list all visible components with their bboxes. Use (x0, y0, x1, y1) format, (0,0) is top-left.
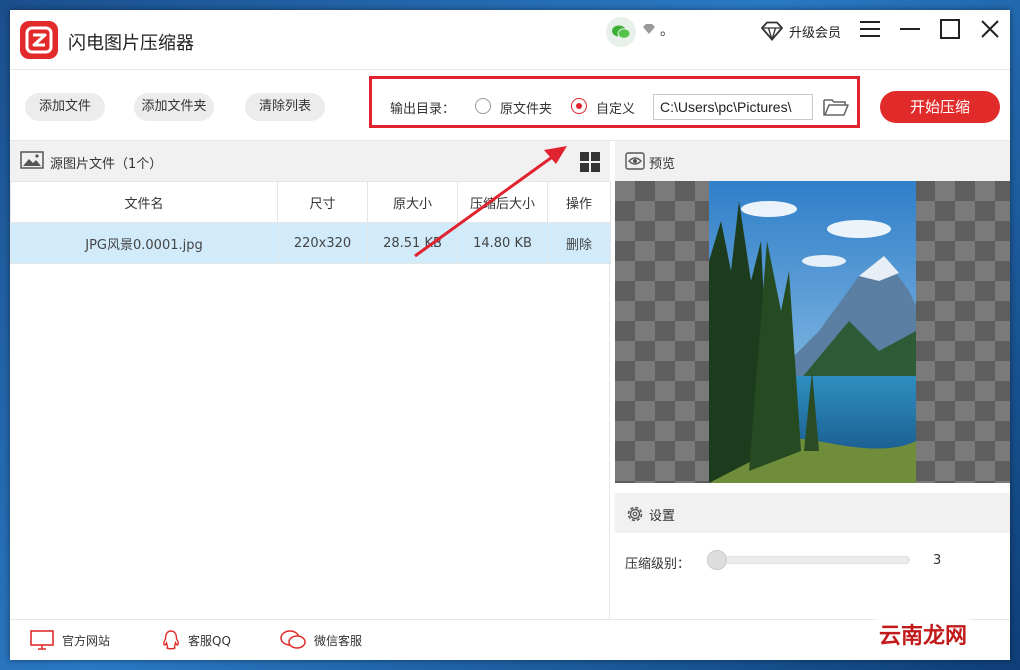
app-logo-icon (20, 21, 58, 59)
footer: 官方网站 客服QQ 微信客服 (10, 619, 1010, 660)
maximize-button[interactable] (939, 18, 963, 42)
compress-level-slider[interactable] (710, 556, 910, 564)
col-dimensions[interactable]: 尺寸 (277, 181, 368, 223)
minimize-icon (900, 28, 920, 30)
site-watermark: 云南龙网 (875, 618, 972, 650)
official-site-link[interactable]: 官方网站 (30, 630, 110, 650)
close-button[interactable] (979, 18, 1003, 42)
source-header: 源图片文件（1个） (10, 141, 610, 181)
cell-compressed-size: 14.80 KB (457, 222, 548, 264)
compress-level-label: 压缩级别： (625, 557, 691, 572)
hamburger-icon (860, 21, 880, 37)
file-table: 文件名 尺寸 原大小 压缩后大小 操作 JPG风景0.0001.jpg 220x… (10, 181, 611, 264)
minimize-button[interactable] (899, 18, 923, 42)
cell-filename: JPG风景0.0001.jpg (10, 222, 278, 264)
eye-icon (625, 152, 645, 170)
qq-support-link[interactable]: 客服QQ (162, 630, 231, 650)
folder-open-icon (823, 99, 849, 116)
qq-icon (163, 630, 179, 650)
col-compressed-size[interactable]: 压缩后大小 (457, 181, 548, 223)
diamond-icon (761, 21, 783, 41)
app-window: 闪电图片压缩器 。 升级会员 添加文件 添加文件夹 清除列表 输出目录： 原文件… (10, 10, 1010, 660)
radio-original-folder[interactable] (475, 98, 491, 114)
col-action: 操作 (547, 181, 611, 223)
preview-title: 预览 (649, 157, 676, 172)
radio-custom-label: 自定义 (596, 102, 636, 117)
settings-title: 设置 (649, 509, 676, 524)
upgrade-label: 升级会员 (789, 25, 842, 41)
vip-diamond-icon (643, 24, 655, 34)
official-site-label: 官方网站 (62, 633, 111, 648)
preview-header: 预览 (615, 141, 1010, 181)
clear-list-button[interactable]: 清除列表 (245, 93, 325, 121)
settings-header: 设置 (615, 493, 1010, 533)
cell-original-size: 28.51 KB (367, 222, 458, 264)
qq-support-label: 客服QQ (188, 633, 231, 648)
add-folder-button[interactable]: 添加文件夹 (134, 93, 214, 121)
right-panel: 预览 设置 压缩级别： 3 (615, 141, 1010, 619)
output-dir-label: 输出目录： (390, 102, 456, 117)
app-title: 闪电图片压缩器 (68, 33, 194, 54)
col-filename[interactable]: 文件名 (10, 181, 278, 223)
menu-button[interactable] (859, 18, 883, 42)
source-panel: 源图片文件（1个） 文件名 尺寸 原大小 压缩后大小 操作 JPG风景0.000… (10, 141, 611, 619)
delete-link[interactable]: 删除 (547, 222, 611, 264)
output-path-input[interactable] (653, 94, 813, 120)
col-original-size[interactable]: 原大小 (367, 181, 458, 223)
maximize-icon (940, 19, 960, 39)
image-icon (20, 151, 44, 169)
slider-handle[interactable] (707, 550, 727, 570)
browse-folder-button[interactable] (822, 96, 850, 122)
title-bar: 闪电图片压缩器 。 升级会员 (10, 10, 1010, 70)
preview-image (709, 181, 916, 483)
cell-dimensions: 220x320 (277, 222, 368, 264)
table-row[interactable]: JPG风景0.0001.jpg 220x320 28.51 KB 14.80 K… (10, 222, 611, 264)
radio-custom[interactable] (571, 98, 587, 114)
user-name: 。 (660, 23, 674, 39)
toolbar: 添加文件 添加文件夹 清除列表 输出目录： 原文件夹 自定义 开始压缩 (10, 70, 1010, 141)
wechat-support-label: 微信客服 (314, 633, 363, 648)
start-compress-button[interactable]: 开始压缩 (880, 91, 1000, 123)
radio-original-label: 原文件夹 (500, 102, 553, 117)
wechat-support-link[interactable]: 微信客服 (280, 630, 362, 650)
source-title: 源图片文件（1个） (50, 157, 163, 172)
wechat-login-icon[interactable] (606, 17, 636, 47)
upgrade-vip-button[interactable]: 升级会员 (760, 20, 841, 42)
add-file-button[interactable]: 添加文件 (25, 93, 105, 121)
wechat-icon (280, 630, 306, 649)
preview-canvas (615, 181, 1010, 483)
monitor-icon (30, 630, 54, 650)
gear-icon (627, 506, 643, 522)
grid-view-icon[interactable] (580, 152, 600, 172)
close-icon (981, 20, 999, 38)
table-header-row: 文件名 尺寸 原大小 压缩后大小 操作 (10, 181, 611, 223)
compress-level-value: 3 (933, 553, 942, 568)
